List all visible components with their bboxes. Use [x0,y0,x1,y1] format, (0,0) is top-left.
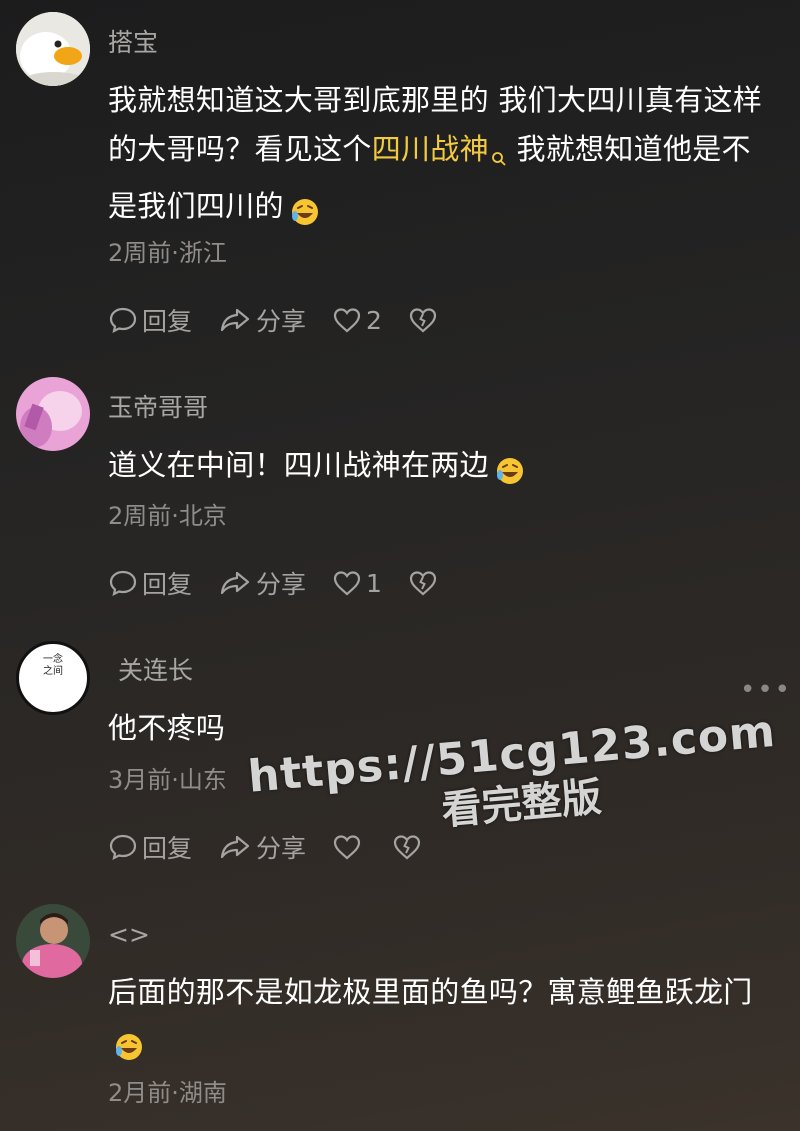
share-icon [220,308,250,332]
comment-text: 后面的那不是如龙极里面的鱼吗？寓意鲤鱼跃龙门 [108,968,780,1066]
reply-label: 回复 [142,834,193,863]
broken-heart-icon [409,308,437,333]
like-count: 2 [366,305,382,335]
comment-text: 道义在中间！四川战神在两边 [108,441,780,490]
search-link-keyword[interactable]: 四川战神 [372,132,489,166]
heart-icon [333,571,361,596]
share-button[interactable]: 分享 [218,302,306,338]
dislike-button[interactable] [408,569,442,597]
comment-meta: 2月前·湖南 [108,1079,227,1107]
avatar-text: 一念之间 [43,654,63,677]
laughing-emoji-icon [495,452,525,484]
avatar[interactable] [16,12,90,86]
reply-label: 回复 [142,570,193,599]
heart-icon [333,835,361,860]
comment-meta: 2周前·浙江 [108,239,227,267]
watermark-subtitle: 看完整版 [439,774,604,835]
avatar[interactable] [16,377,90,451]
reply-label: 回复 [142,307,193,336]
username[interactable]: 关连长 [118,656,193,686]
share-button[interactable]: 分享 [218,829,306,865]
username[interactable]: 搭宝 [108,28,158,58]
comment-meta: 3月前·山东 [108,766,227,794]
like-button[interactable]: 2 [332,306,382,335]
comment-meta: 2周前·北京 [108,502,227,530]
reply-button[interactable]: 回复 [108,565,192,601]
comment-icon [109,570,137,597]
comment-text: 他不疼吗 [108,711,226,745]
share-label: 分享 [256,307,307,336]
comment-actions: 回复 分享 [108,829,452,865]
share-icon [220,571,250,595]
comment-actions: 回复 分享 2 [108,302,468,338]
comment-text: 我就想知道这大哥到底那里的 我们大四川真有这样的大哥吗？看见这个四川战神 我就想… [108,76,780,231]
broken-heart-icon [409,571,437,596]
laughing-emoji-icon [290,193,320,225]
more-icon[interactable]: ••• [740,675,792,705]
comment-actions: 回复 分享 1 [108,565,468,601]
like-button[interactable] [332,833,366,861]
share-button[interactable]: 分享 [218,565,306,601]
username[interactable]: <> [108,920,150,950]
heart-icon [333,308,361,333]
like-count: 1 [366,568,382,598]
reply-button[interactable]: 回复 [108,302,192,338]
comment-icon [109,307,137,334]
comment-icon [109,834,137,861]
comment-text-part: 道义在中间！四川战神在两边 [108,448,489,482]
share-label: 分享 [256,834,307,863]
laughing-emoji-icon [114,1028,144,1060]
reply-button[interactable]: 回复 [108,829,192,865]
search-icon[interactable] [491,133,507,182]
dislike-button[interactable] [392,833,426,861]
avatar[interactable]: 一念之间 [16,641,90,715]
comment-text-part: 后面的那不是如龙极里面的鱼吗？寓意鲤鱼跃龙门 [108,975,753,1009]
share-label: 分享 [256,570,307,599]
broken-heart-icon [393,835,421,860]
avatar[interactable] [16,904,90,978]
username[interactable]: 玉帝哥哥 [108,393,208,423]
dislike-button[interactable] [408,306,442,334]
share-icon [220,835,250,859]
like-button[interactable]: 1 [332,569,382,598]
